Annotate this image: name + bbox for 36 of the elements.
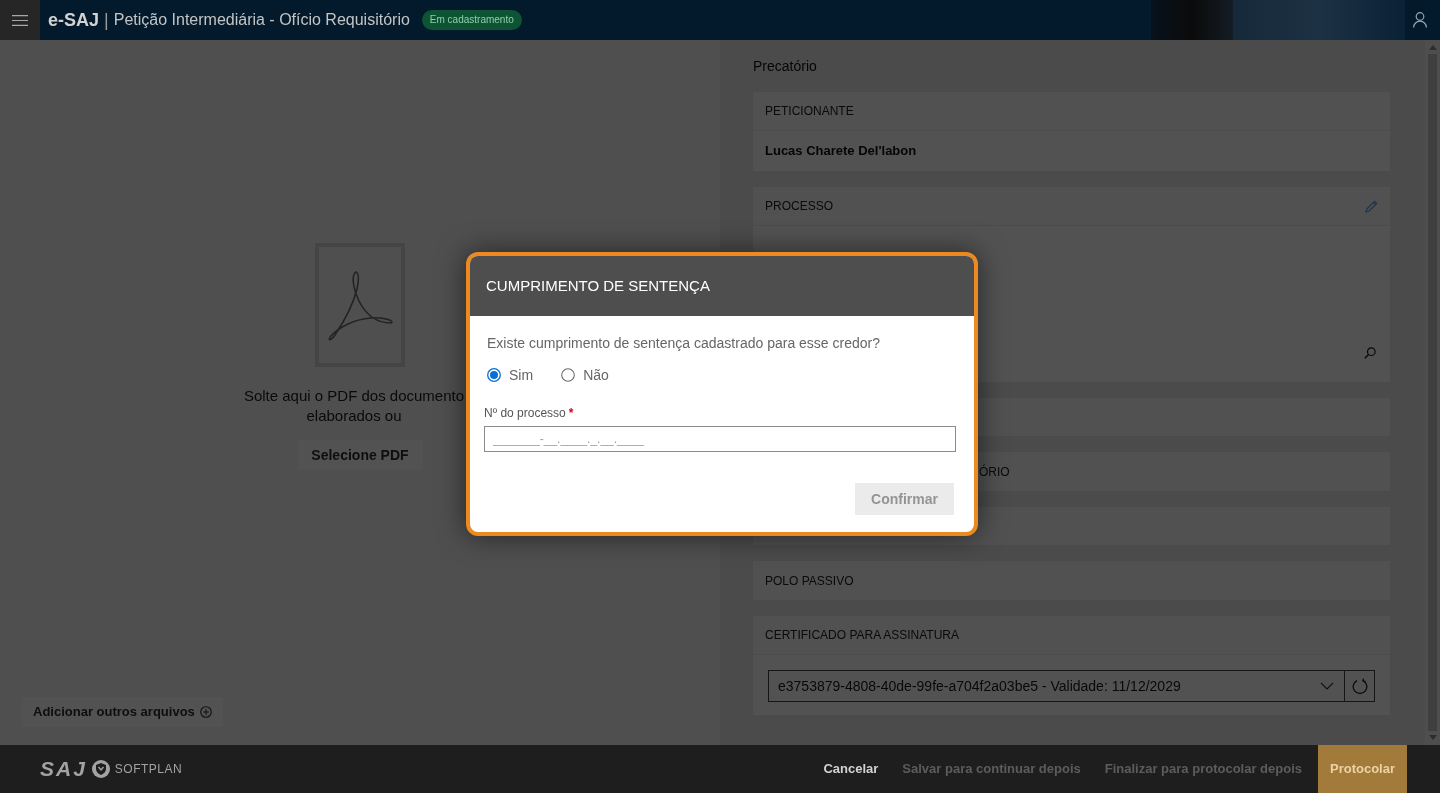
app-name: e-SAJ: [48, 9, 100, 32]
chevron-down-icon: [1320, 682, 1334, 690]
plus-circle-icon: [199, 706, 212, 718]
radio-option[interactable]: Sim: [487, 364, 534, 386]
refresh-icon: [1351, 677, 1368, 695]
scroll-up-icon[interactable]: [1428, 45, 1437, 50]
dialog-question: Existe cumprimento de sentença cadastrado para esse credor?: [487, 334, 881, 352]
form-title: Precatório: [753, 57, 818, 76]
saj-logo: SAJ: [40, 756, 87, 783]
title-separator: |: [104, 9, 109, 32]
menu-icon: [12, 14, 28, 26]
scroll-down-icon[interactable]: [1428, 735, 1437, 740]
required-marker: *: [568, 406, 574, 420]
radio-option[interactable]: Não: [561, 364, 609, 386]
section-title: PETICIONANTE: [765, 103, 854, 119]
section-title: ÓRIO: [979, 463, 1010, 480]
pencil-icon[interactable]: [1365, 199, 1378, 213]
field-label: Nº do processo: [484, 406, 566, 420]
drop-instructions: Solte aqui o PDF dos documento elaborados ou: [243, 386, 465, 426]
refresh-button[interactable]: [1345, 670, 1375, 702]
status-badge: Em cadastramento: [421, 10, 522, 30]
shield-icon: [90, 759, 111, 779]
petitioner-name: Lucas Charete Del'labon: [765, 142, 917, 161]
pdf-file-icon: [315, 243, 405, 367]
softplan-logo: SOFTPLAN: [114, 761, 183, 778]
section-title: POLO PASSIVO: [765, 572, 854, 589]
footer-action-button[interactable]: Cancelar: [811, 745, 891, 793]
certificate-select[interactable]: e3753879-4808-40de-99fe-a704f2a03be5 - Validade: 11/12/2029: [768, 670, 1345, 702]
process-number-input[interactable]: _______-__.____._.__.____: [484, 426, 956, 452]
dialog-title: CUMPRIMENTO DE SENTENÇA: [486, 275, 710, 296]
user-icon[interactable]: [1413, 12, 1427, 28]
page-title: Petição Intermediária - Ofício Requisitório: [113, 10, 410, 30]
search-icon[interactable]: [1364, 347, 1376, 359]
section-title: CERTIFICADO PARA ASSINATURA: [765, 627, 960, 643]
menu-button[interactable]: [0, 0, 40, 40]
section-title: PROCESSO: [765, 198, 833, 214]
